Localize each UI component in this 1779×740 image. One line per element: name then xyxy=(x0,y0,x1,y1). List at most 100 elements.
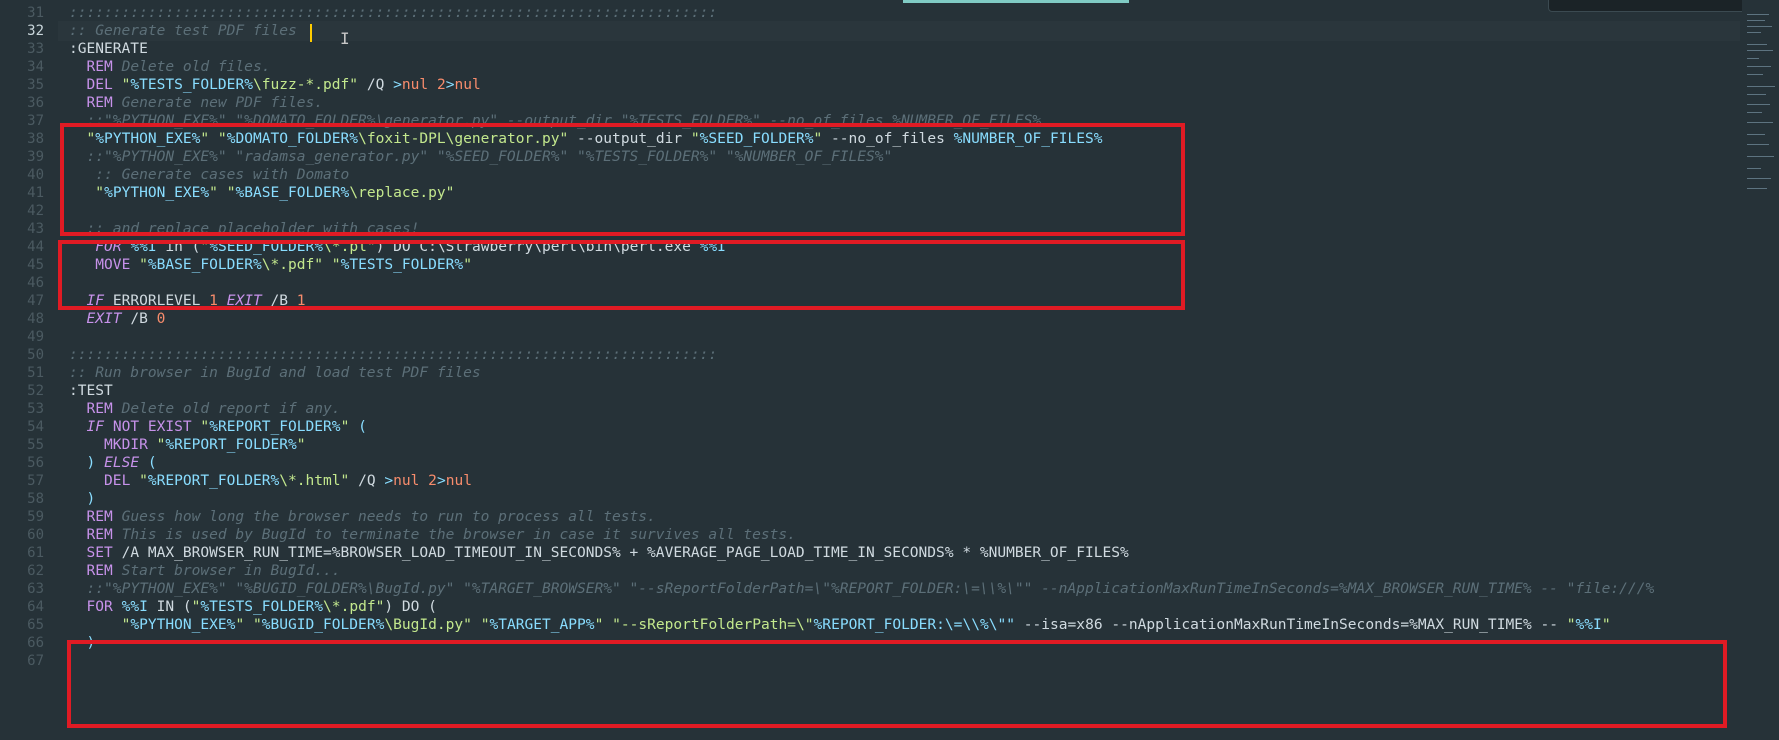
highlight-box-generator xyxy=(60,123,1185,236)
code-line-65[interactable]: "%PYTHON_EXE%" "%BUGID_FOLDER%\BugId.py"… xyxy=(69,615,1611,635)
code-line-33[interactable]: :GENERATE xyxy=(69,39,148,59)
code-line-63[interactable]: ::"%PYTHON_EXE%" "%BUGID_FOLDER%\BugId.p… xyxy=(69,579,1655,599)
minimap-line xyxy=(1747,74,1763,75)
code-line-55[interactable]: MKDIR "%REPORT_FOLDER%" xyxy=(69,435,305,455)
escape: \=\\%\"" xyxy=(944,616,1015,633)
code-line-64[interactable]: FOR %%I IN ("%TESTS_FOLDER%\*.pdf") DO ( xyxy=(69,597,437,617)
comment: Delete old report if any. xyxy=(112,400,341,417)
minimap-line xyxy=(1747,168,1761,169)
keyword-del: DEL xyxy=(86,76,113,93)
line-number: 38 xyxy=(27,131,44,147)
code-line-35[interactable]: DEL "%TESTS_FOLDER%\fuzz-*.pdf" /Q >nul … xyxy=(69,75,481,95)
line-number: 31 xyxy=(27,5,44,21)
line-number: 67 xyxy=(27,653,44,669)
string: " xyxy=(1566,616,1576,633)
code-line-52[interactable]: :TEST xyxy=(69,381,113,401)
comment: This is used by BugId to terminate the b… xyxy=(112,526,796,543)
highlight-box-bugid xyxy=(67,640,1727,728)
code-editor[interactable]: 31 32 33 34 35 36 37 38 39 40 41 42 43 4… xyxy=(0,0,1779,740)
code-line-31[interactable]: ::::::::::::::::::::::::::::::::::::::::… xyxy=(69,3,717,23)
string: " xyxy=(130,472,148,489)
line-number: 60 xyxy=(27,527,44,543)
number: 2 xyxy=(428,472,437,489)
line-number: 46 xyxy=(27,275,44,291)
comment: Delete old files. xyxy=(112,58,271,75)
minimap-line xyxy=(1747,66,1771,67)
keyword-del: DEL xyxy=(86,472,131,489)
line-number: 51 xyxy=(27,365,44,381)
line-number: 39 xyxy=(27,149,44,165)
code-line-57[interactable]: DEL "%REPORT_FOLDER%\*.html" /Q >nul 2>n… xyxy=(69,471,472,491)
text-cursor xyxy=(310,24,312,42)
minimap-line xyxy=(1747,32,1761,33)
string: \*.pdf" xyxy=(323,598,385,615)
keyword-exit: EXIT xyxy=(86,310,122,327)
line-number: 52 xyxy=(27,383,44,399)
nul: nul xyxy=(393,472,420,489)
code-line-56[interactable]: ) ELSE ( xyxy=(69,453,157,473)
text: /A MAX_BROWSER_RUN_TIME=%BROWSER_LOAD_TI… xyxy=(112,544,1129,561)
minimap-line xyxy=(1747,94,1766,95)
keyword-mkdir: MKDIR xyxy=(86,436,148,453)
label: :GENERATE xyxy=(69,40,148,57)
text: /Q xyxy=(349,472,385,489)
minimap-line xyxy=(1747,14,1769,15)
line-number: 56 xyxy=(27,455,44,471)
paren: ) xyxy=(86,490,96,507)
minimap-line xyxy=(1747,20,1765,21)
line-number: 36 xyxy=(27,95,44,111)
line-number: 35 xyxy=(27,77,44,93)
keyword-rem: REM xyxy=(86,400,113,417)
paren: ) xyxy=(86,454,105,471)
keyword-if: IF xyxy=(86,418,105,435)
code-line-59[interactable]: REM Guess how long the browser needs to … xyxy=(69,507,656,527)
code-line-48[interactable]: EXIT /B 0 xyxy=(69,309,166,329)
code-line-53[interactable]: REM Delete old report if any. xyxy=(69,399,341,419)
code-line-51[interactable]: :: Run browser in BugId and load test PD… xyxy=(69,363,481,383)
code-line-62[interactable]: REM Start browser in BugId... xyxy=(69,561,341,581)
line-number: 41 xyxy=(27,185,44,201)
line-number: 64 xyxy=(27,599,44,615)
minimap-line xyxy=(1747,134,1765,135)
variable: %%I xyxy=(112,598,148,615)
text: --isa=x86 --nApplicationMaxRunTimeInSeco… xyxy=(1015,616,1567,633)
line-number: 33 xyxy=(27,41,44,57)
line-number: 34 xyxy=(27,59,44,75)
variable: %%I xyxy=(1575,616,1602,633)
keyword-rem: REM xyxy=(86,526,113,543)
line-number: 49 xyxy=(27,329,44,345)
line-number: 50 xyxy=(27,347,44,363)
line-number: 37 xyxy=(27,113,44,129)
line-number: 47 xyxy=(27,293,44,309)
code-line-34[interactable]: REM Delete old files. xyxy=(69,57,271,77)
string: " xyxy=(112,76,131,93)
code-line-61[interactable]: SET /A MAX_BROWSER_RUN_TIME=%BROWSER_LOA… xyxy=(69,543,1129,563)
variable: %REPORT_FOLDER% xyxy=(147,472,280,489)
variable: %BUGID_FOLDER% xyxy=(261,616,385,633)
minimap-line xyxy=(1747,112,1762,113)
minimap[interactable] xyxy=(1742,0,1779,740)
line-number: 40 xyxy=(27,167,44,183)
paren: ( xyxy=(349,418,367,435)
code-line-36[interactable]: REM Generate new PDF files. xyxy=(69,93,323,113)
comment: Start browser in BugId... xyxy=(112,562,341,579)
minimap-line xyxy=(1747,122,1773,123)
code-line-50[interactable]: ::::::::::::::::::::::::::::::::::::::::… xyxy=(69,345,717,365)
keyword-else: ELSE xyxy=(104,454,140,471)
keyword-for: FOR xyxy=(86,598,113,615)
line-number: 54 xyxy=(27,419,44,435)
code-line-54[interactable]: IF NOT EXIST "%REPORT_FOLDER%" ( xyxy=(69,417,367,437)
operator: > xyxy=(436,472,446,489)
variable: %REPORT_FOLDER% xyxy=(209,418,341,435)
keyword-rem: REM xyxy=(86,508,113,525)
code-line-60[interactable]: REM This is used by BugId to terminate t… xyxy=(69,525,796,545)
tab-active-indicator xyxy=(903,0,1129,3)
line-number: 55 xyxy=(27,437,44,453)
code-line-32[interactable]: :: Generate test PDF files xyxy=(69,21,297,41)
variable: %TESTS_FOLDER% xyxy=(200,598,324,615)
variable: %REPORT_FOLDER: xyxy=(813,616,945,633)
line-number: 63 xyxy=(27,581,44,597)
code-line-58[interactable]: ) xyxy=(69,489,96,509)
minimap-line xyxy=(1747,188,1767,189)
